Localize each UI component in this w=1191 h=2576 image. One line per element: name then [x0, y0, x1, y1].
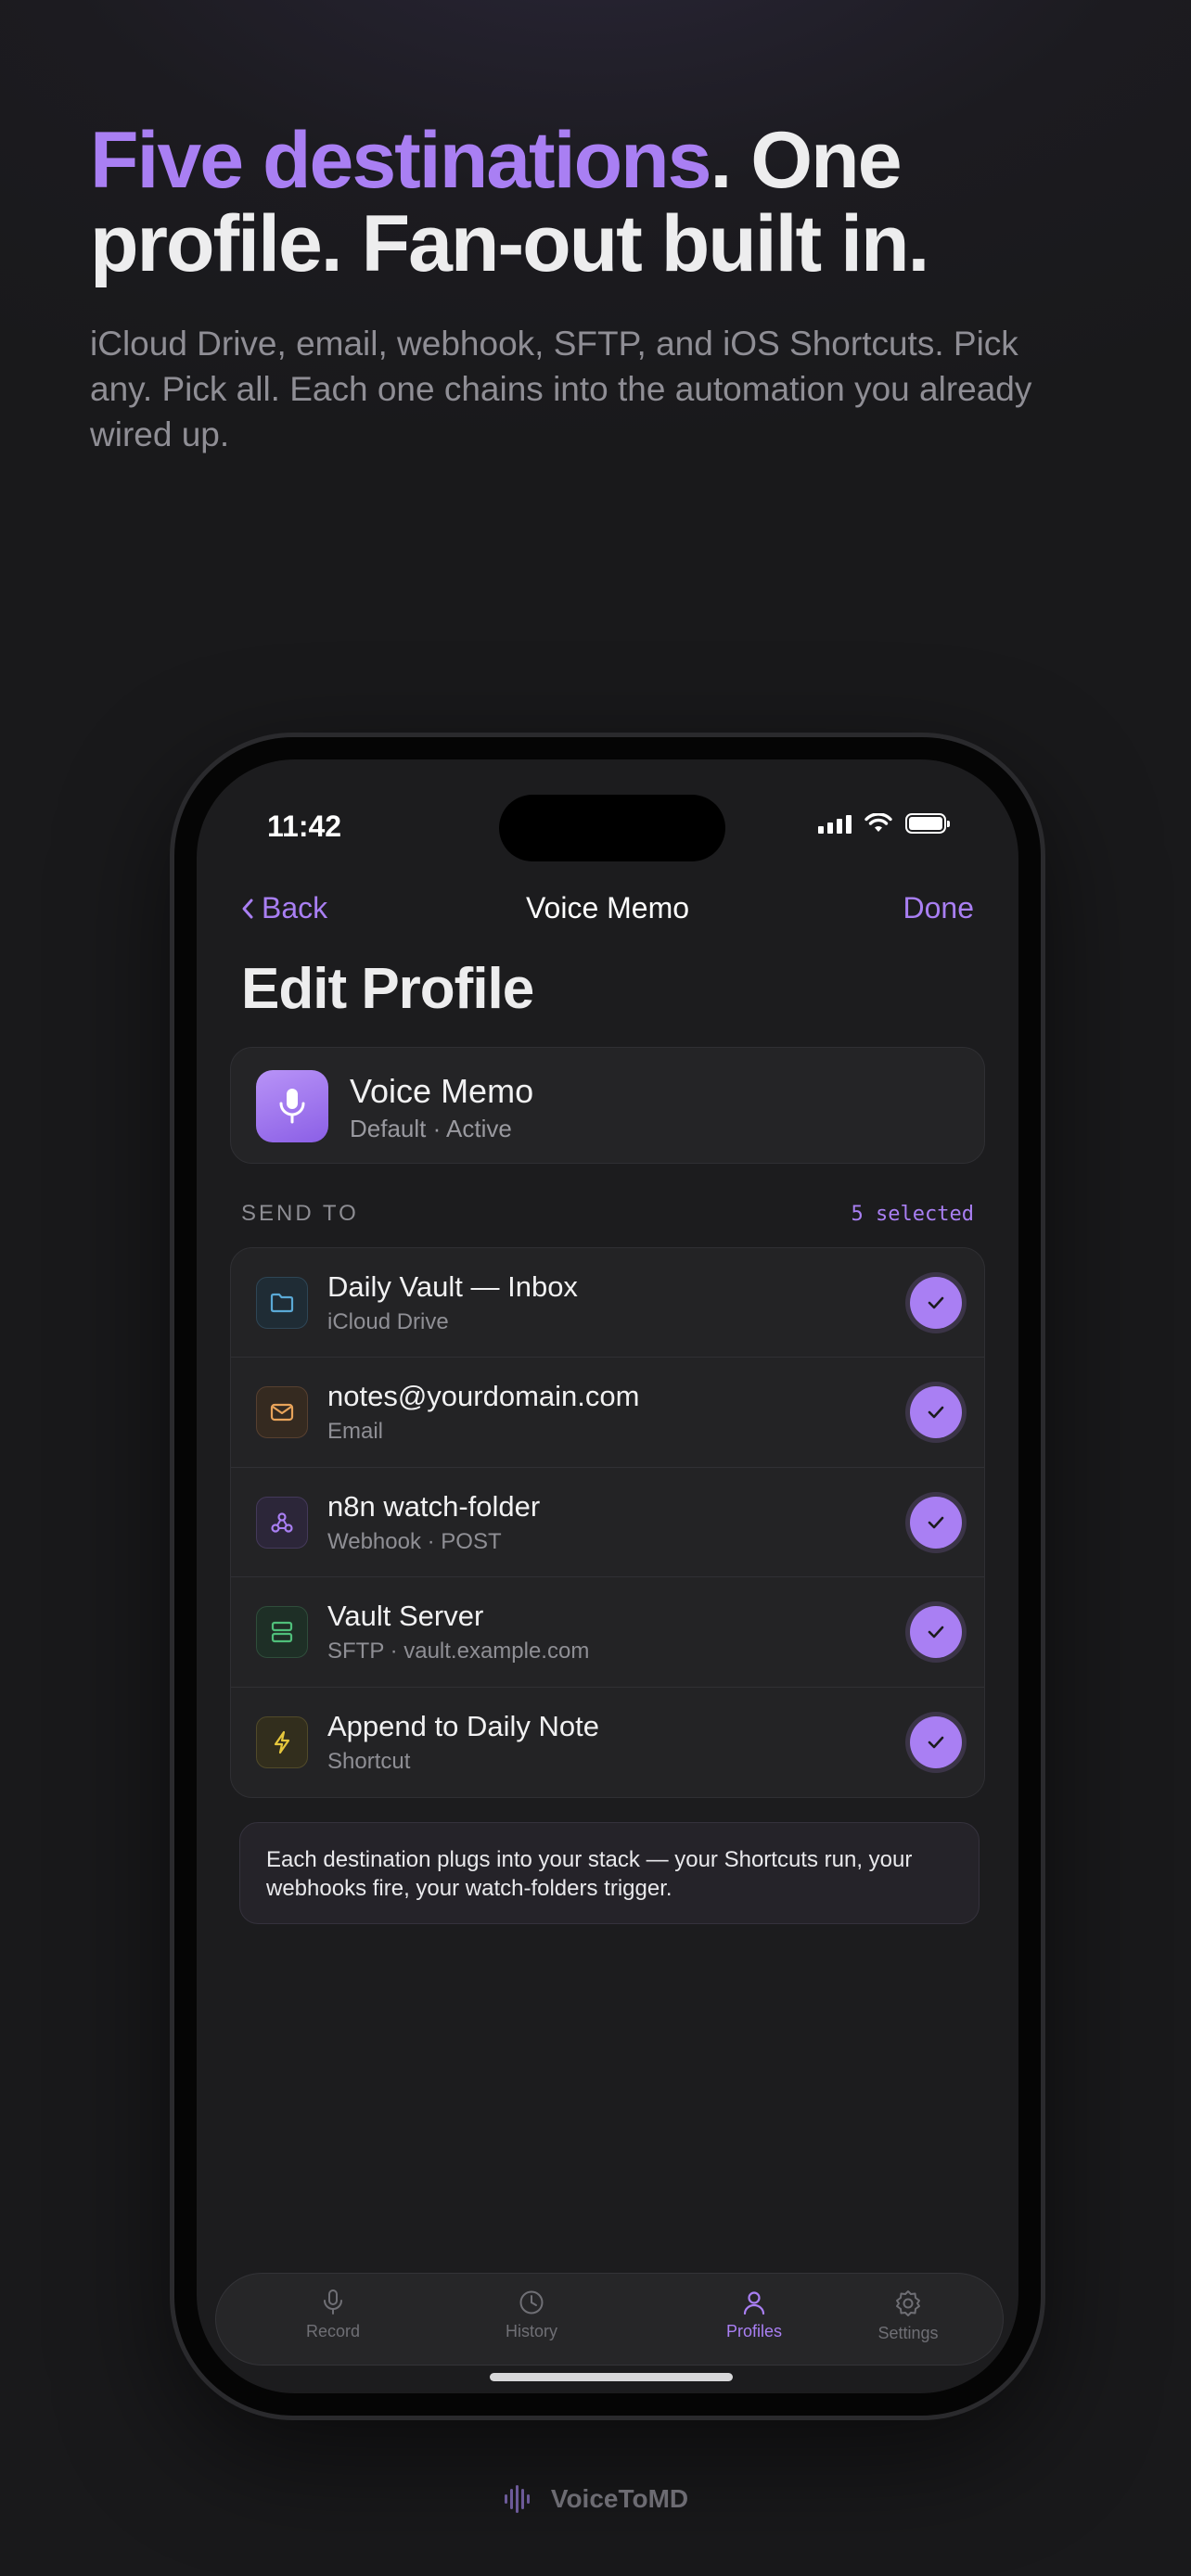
- destination-row[interactable]: notes@yourdomain.com Email: [231, 1358, 984, 1468]
- folder-icon: [256, 1277, 308, 1329]
- hero-subtitle: iCloud Drive, email, webhook, SFTP, and …: [90, 325, 1032, 453]
- bolt-icon: [256, 1715, 308, 1768]
- person-icon: [743, 2291, 765, 2315]
- checkmark-icon[interactable]: [910, 1277, 962, 1329]
- destination-title: n8n watch-folder: [327, 1489, 541, 1523]
- checkmark-icon[interactable]: [910, 1386, 962, 1439]
- nav-bar: Back Voice Memo Done: [197, 891, 1018, 947]
- status-icons: [818, 813, 950, 834]
- info-note: Each destination plugs into your stack —…: [239, 1822, 980, 1924]
- brand-footer: VoiceToMD: [0, 2483, 1191, 2515]
- destination-row[interactable]: Append to Daily Note Shortcut: [231, 1688, 984, 1797]
- phone-frame: 11:42 Back Voice Memo Done Edit Profile: [174, 737, 1041, 2416]
- gear-icon: [896, 2290, 920, 2316]
- tab-history-label: History: [505, 2322, 557, 2340]
- destination-title: Vault Server: [327, 1600, 484, 1633]
- clock-icon: [519, 2290, 544, 2315]
- destination-title: Append to Daily Note: [327, 1709, 599, 1742]
- hero: Five destinations. One profile. Fan-out …: [90, 119, 1120, 457]
- destination-list: Daily Vault — Inbox iCloud Drive notes@y…: [230, 1247, 985, 1798]
- checkmark-icon[interactable]: [910, 1606, 962, 1659]
- send-to-label: SEND TO: [241, 1201, 359, 1226]
- destination-row[interactable]: Daily Vault — Inbox iCloud Drive: [231, 1248, 984, 1358]
- mic-icon: [324, 2289, 342, 2315]
- phone-screen: 11:42 Back Voice Memo Done Edit Profile: [197, 759, 1018, 2393]
- destination-row[interactable]: n8n watch-folder Webhook · POST: [231, 1468, 984, 1578]
- checkmark-icon[interactable]: [910, 1496, 962, 1549]
- server-icon: [256, 1606, 308, 1659]
- waveform-icon: [504, 2485, 530, 2513]
- profile-card[interactable]: Voice Memo Default · Active: [230, 1047, 985, 1164]
- tab-settings-label: Settings: [877, 2324, 939, 2342]
- mail-icon: [256, 1386, 308, 1439]
- profile-subtitle: Default · Active: [350, 1115, 512, 1142]
- destination-subtitle: Email: [327, 1419, 384, 1445]
- microphone-icon: [256, 1070, 328, 1142]
- done-button[interactable]: Done: [903, 891, 975, 925]
- destination-row[interactable]: Vault Server SFTP · vault.example.com: [231, 1577, 984, 1688]
- checkmark-icon[interactable]: [910, 1715, 962, 1768]
- tab-settings[interactable]: Settings: [852, 2289, 964, 2343]
- tab-record[interactable]: Record: [259, 2289, 407, 2341]
- profile-name: Voice Memo: [350, 1072, 534, 1110]
- destination-subtitle: SFTP · vault.example.com: [327, 1639, 590, 1664]
- selected-count: 5 selected: [851, 1203, 974, 1226]
- destination-subtitle: Webhook · POST: [327, 1528, 502, 1554]
- wifi-icon: [864, 813, 892, 832]
- destination-title: notes@yourdomain.com: [327, 1380, 640, 1413]
- tab-profiles[interactable]: Profiles: [680, 2289, 828, 2341]
- brand-name: VoiceToMD: [550, 2484, 689, 2513]
- hero-headline-accent: Five destinations: [90, 116, 711, 205]
- dynamic-island: [499, 795, 725, 861]
- webhook-icon: [256, 1496, 308, 1549]
- battery-icon: [905, 813, 950, 834]
- page-title: Edit Profile: [241, 957, 534, 1021]
- hero-headline: Five destinations. One profile. Fan-out …: [90, 119, 1120, 286]
- destination-subtitle: Shortcut: [327, 1748, 411, 1774]
- tab-history[interactable]: History: [457, 2289, 606, 2341]
- send-to-header: SEND TO 5 selected: [241, 1201, 974, 1229]
- status-time: 11:42: [267, 810, 342, 843]
- nav-title: Voice Memo: [525, 891, 690, 925]
- destination-title: Daily Vault — Inbox: [327, 1270, 578, 1303]
- tab-profiles-label: Profiles: [725, 2322, 783, 2340]
- destination-subtitle: iCloud Drive: [327, 1309, 449, 1334]
- signal-icon: [818, 813, 852, 834]
- home-indicator: [490, 2373, 733, 2381]
- tab-bar: Record History Profiles Settings: [215, 2273, 1004, 2366]
- tab-record-label: Record: [305, 2322, 361, 2340]
